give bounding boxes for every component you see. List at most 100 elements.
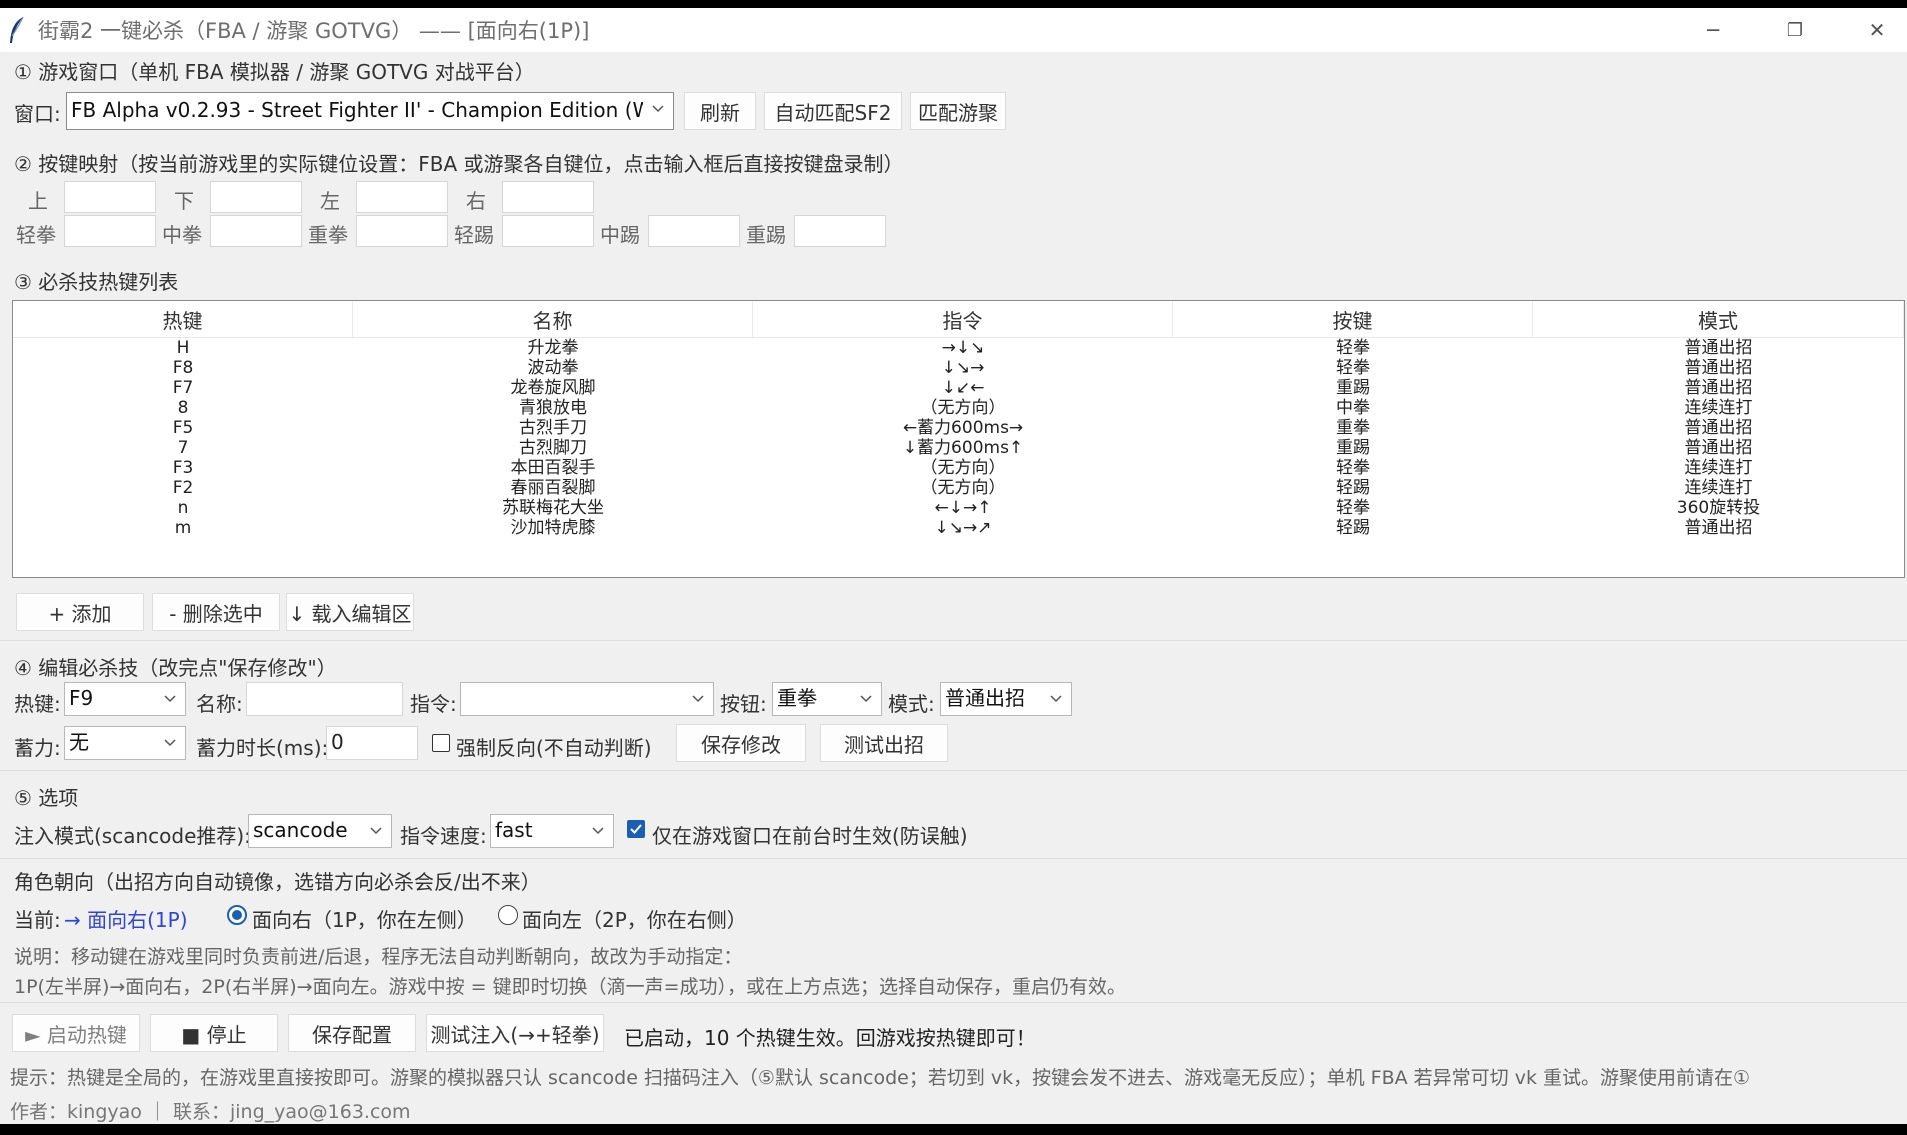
key-input-hk[interactable] bbox=[794, 215, 886, 247]
face-left-label[interactable]: 面向左（2P，你在右侧） bbox=[522, 904, 747, 933]
command-speed-select[interactable]: fast bbox=[490, 814, 614, 848]
force-reverse-label[interactable]: 强制反向(不自动判断) bbox=[456, 732, 652, 761]
table-row[interactable]: F8 波动拳 ↓↘→ 轻拳 普通出招 bbox=[13, 358, 1904, 378]
refresh-button[interactable]: 刷新 bbox=[684, 92, 756, 130]
face-right-label[interactable]: 面向右（1P，你在左侧） bbox=[252, 904, 477, 933]
hotkey-table[interactable]: 热键 名称 指令 按键 模式 H 升龙拳 →↓↘ 轻拳 普通出招 F8 波动拳 ↓↘→ 轻拳 普通… bbox=[12, 300, 1905, 578]
foreground-only-label[interactable]: 仅在游戏窗口在前台时生效(防误触) bbox=[652, 820, 968, 849]
cell-name: 苏联梅花大坐 bbox=[502, 498, 604, 518]
load-to-editor-button[interactable]: ↓ 载入编辑区 bbox=[286, 593, 414, 631]
face-right-radio[interactable] bbox=[227, 905, 247, 925]
key-input-hp[interactable] bbox=[356, 215, 448, 247]
button-select[interactable]: 重拳 bbox=[772, 682, 882, 716]
save-edit-button[interactable]: 保存修改 bbox=[676, 724, 806, 762]
cell-button: 轻拳 bbox=[1336, 458, 1370, 478]
key-input-down[interactable] bbox=[210, 181, 302, 213]
auto-match-sf2-button[interactable]: 自动匹配SF2 bbox=[764, 92, 902, 130]
name-input[interactable] bbox=[246, 682, 403, 716]
key-label-mk: 中踢 bbox=[600, 223, 640, 247]
cell-hotkey: F3 bbox=[172, 458, 194, 478]
mode-label: 模式: bbox=[888, 692, 935, 716]
cell-mode: 普通出招 bbox=[1684, 518, 1753, 538]
start-hotkeys-button[interactable]: ► 启动热键 bbox=[12, 1014, 140, 1052]
key-input-left[interactable] bbox=[356, 181, 448, 213]
column-header-name[interactable]: 名称 bbox=[353, 301, 753, 337]
stop-button[interactable]: ■ 停止 bbox=[150, 1014, 278, 1052]
maximize-button[interactable]: ❐ bbox=[1765, 8, 1825, 52]
facing-heading: 角色朝向（出招方向自动镜像，选错方向必杀会反/出不来） bbox=[14, 870, 541, 894]
charge-time-input[interactable]: 0 bbox=[326, 726, 418, 760]
key-input-lk[interactable] bbox=[502, 215, 594, 247]
column-header-mode[interactable]: 模式 bbox=[1533, 301, 1904, 337]
charge-select[interactable]: 无 bbox=[64, 726, 186, 760]
section-edit-heading: ④ 编辑必杀技（改完点"保存修改"） bbox=[14, 656, 337, 680]
current-facing-label: 当前: bbox=[14, 908, 61, 932]
table-row[interactable]: F7 龙卷旋风脚 ↓↙← 重踢 普通出招 bbox=[13, 378, 1904, 398]
app-window: 街霸2 一键必杀（FBA / 游聚 GOTVG） —— [面向右(1P)] ─ … bbox=[0, 8, 1907, 1124]
delete-selected-button[interactable]: - 删除选中 bbox=[152, 593, 280, 631]
table-row[interactable]: H 升龙拳 →↓↘ 轻拳 普通出招 bbox=[13, 338, 1904, 358]
facing-note-2: 1P(左半屏)→面向右，2P(右半屏)→面向左。游戏中按 = 键即时切换（滴一声… bbox=[14, 976, 1127, 998]
cell-command: ←↓→↑ bbox=[934, 498, 992, 518]
key-input-right[interactable] bbox=[502, 181, 594, 213]
cell-mode: 360旋转投 bbox=[1676, 498, 1761, 518]
table-row[interactable]: F5 古烈手刀 ←蓄力600ms→ 重拳 普通出招 bbox=[13, 418, 1904, 438]
table-row[interactable]: F2 春丽百裂脚 （无方向） 轻踢 连续连打 bbox=[13, 478, 1904, 498]
minimize-button[interactable]: ─ bbox=[1683, 8, 1743, 52]
add-hotkey-button[interactable]: + 添加 bbox=[16, 593, 144, 631]
match-youju-button[interactable]: 匹配游聚 bbox=[910, 92, 1006, 130]
key-input-lp[interactable] bbox=[64, 215, 156, 247]
table-row[interactable]: 8 青狼放电 （无方向） 中拳 连续连打 bbox=[13, 398, 1904, 418]
chevron-down-icon bbox=[649, 93, 667, 125]
window-select[interactable]: FB Alpha v0.2.93 - Street Fighter II' - … bbox=[66, 92, 674, 130]
section-key-mapping-heading: ② 按键映射（按当前游戏里的实际键位设置：FBA 或游聚各自键位，点击输入框后直… bbox=[14, 152, 904, 176]
column-header-button[interactable]: 按键 bbox=[1173, 301, 1533, 337]
command-speed-label: 指令速度: bbox=[400, 824, 487, 848]
table-row[interactable]: n 苏联梅花大坐 ←↓→↑ 轻拳 360旋转投 bbox=[13, 498, 1904, 518]
key-label-up: 上 bbox=[28, 189, 48, 213]
table-row[interactable]: 7 古烈脚刀 ↓蓄力600ms↑ 重踢 普通出招 bbox=[13, 438, 1904, 458]
close-button[interactable]: ✕ bbox=[1847, 8, 1907, 52]
section-game-window-heading: ① 游戏窗口（单机 FBA 模拟器 / 游聚 GOTVG 对战平台） bbox=[14, 60, 535, 84]
hotkey-select[interactable]: F9 bbox=[64, 682, 186, 716]
key-label-right: 右 bbox=[466, 189, 486, 213]
cell-button: 轻拳 bbox=[1336, 338, 1370, 358]
cell-hotkey: 7 bbox=[177, 438, 189, 458]
column-header-command[interactable]: 指令 bbox=[753, 301, 1173, 337]
table-row[interactable]: F3 本田百裂手 （无方向） 轻拳 连续连打 bbox=[13, 458, 1904, 478]
table-row[interactable]: m 沙加特虎膝 ↓↘→↗ 轻踢 普通出招 bbox=[13, 518, 1904, 538]
force-reverse-checkbox[interactable] bbox=[432, 734, 450, 752]
key-input-up[interactable] bbox=[64, 181, 156, 213]
save-config-button[interactable]: 保存配置 bbox=[288, 1014, 416, 1052]
window-label: 窗口: bbox=[14, 102, 61, 126]
cell-command: ↓↙← bbox=[941, 378, 985, 398]
face-left-radio[interactable] bbox=[498, 905, 518, 925]
feather-icon bbox=[6, 16, 28, 44]
command-select[interactable] bbox=[460, 682, 714, 716]
cell-mode: 普通出招 bbox=[1684, 338, 1753, 358]
key-input-mk[interactable] bbox=[648, 215, 740, 247]
chevron-down-icon bbox=[857, 683, 875, 715]
test-move-button[interactable]: 测试出招 bbox=[820, 724, 948, 762]
cell-name: 春丽百裂脚 bbox=[510, 478, 596, 498]
cell-hotkey: m bbox=[174, 518, 192, 538]
mode-select[interactable]: 普通出招 bbox=[940, 682, 1072, 716]
author-text: 作者：kingyao ｜ 联系：jing_yao@163.com bbox=[10, 1101, 411, 1123]
cell-command: ↓↘→ bbox=[941, 358, 985, 378]
column-header-hotkey[interactable]: 热键 bbox=[13, 301, 353, 337]
cell-mode: 普通出招 bbox=[1684, 358, 1753, 378]
key-input-mp[interactable] bbox=[210, 215, 302, 247]
title-bar: 街霸2 一键必杀（FBA / 游聚 GOTVG） —— [面向右(1P)] ─ … bbox=[0, 8, 1907, 52]
inject-mode-select[interactable]: scancode bbox=[248, 814, 392, 848]
status-text: 已启动，10 个热键生效。回游戏按热键即可！ bbox=[624, 1026, 1036, 1050]
key-label-lk: 轻踢 bbox=[454, 223, 494, 247]
cell-command: ↓↘→↗ bbox=[934, 518, 992, 538]
name-label: 名称: bbox=[196, 692, 243, 716]
test-inject-button[interactable]: 测试注入(→+轻拳) bbox=[426, 1014, 604, 1052]
cell-name: 古烈脚刀 bbox=[519, 438, 587, 458]
cell-hotkey: F7 bbox=[172, 378, 194, 398]
foreground-only-checkbox[interactable] bbox=[627, 820, 645, 838]
divider bbox=[0, 770, 1907, 771]
section-hotkey-list-heading: ③ 必杀技热键列表 bbox=[14, 270, 179, 294]
cell-hotkey: n bbox=[177, 498, 189, 518]
